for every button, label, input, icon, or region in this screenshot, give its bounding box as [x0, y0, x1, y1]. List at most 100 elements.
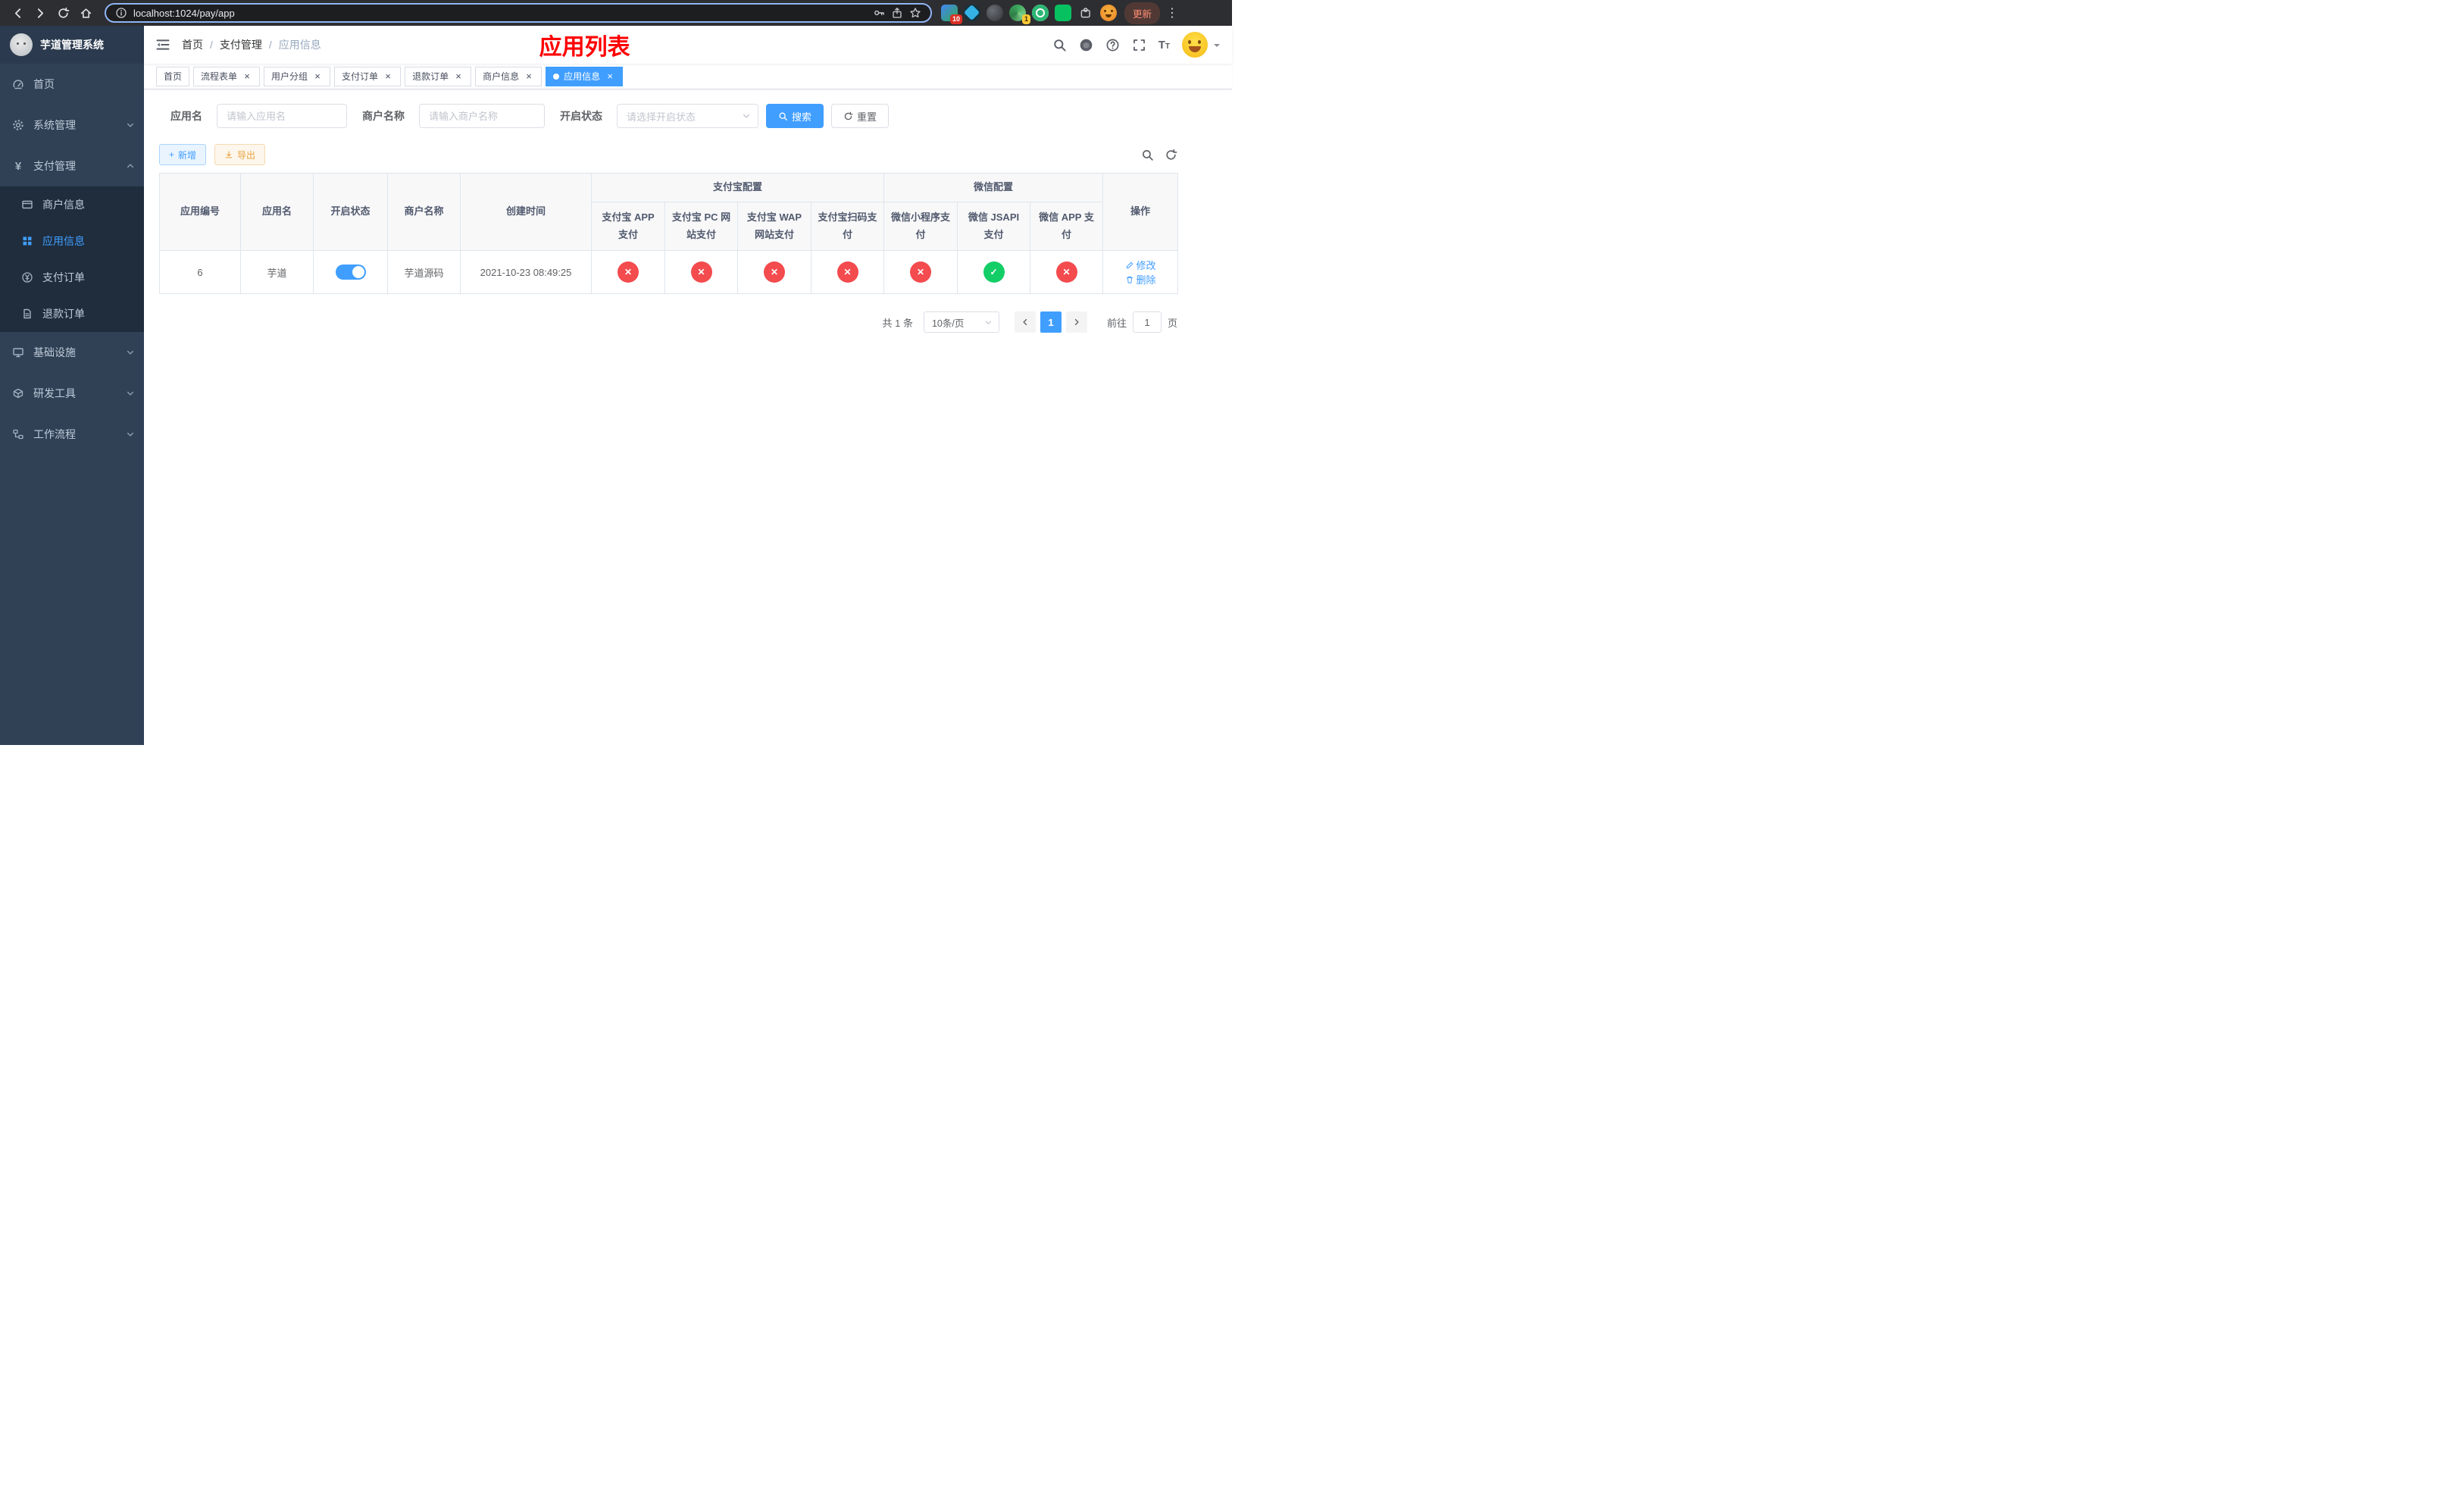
goto-page-input[interactable]: [1132, 311, 1162, 333]
help-icon[interactable]: [1105, 38, 1120, 52]
card-icon: [20, 197, 35, 212]
arrow-left-icon: [11, 7, 24, 20]
tab-close-icon[interactable]: ×: [312, 71, 323, 82]
browser-reload-button[interactable]: [53, 3, 73, 23]
sidebar-item-pay-order[interactable]: 支付订单: [0, 259, 144, 296]
active-tab-dot: [553, 73, 560, 80]
password-key-icon[interactable]: [873, 7, 885, 19]
wechat-app-status-button[interactable]: ✕: [1055, 261, 1077, 283]
sidebar-item-home[interactable]: 首页: [0, 64, 144, 105]
share-icon[interactable]: [891, 7, 903, 19]
table-tools: [1141, 149, 1177, 161]
flow-icon: [11, 427, 26, 442]
browser-menu-button[interactable]: ⋮: [1166, 5, 1178, 20]
extension-wechat-devtools-icon[interactable]: [1055, 5, 1071, 21]
merchant-name-input[interactable]: [419, 104, 545, 128]
alipay-app-status-button[interactable]: ✕: [618, 261, 639, 283]
sidebar-item-infrastructure[interactable]: 基础设施: [0, 332, 144, 373]
sidebar-item-label: 研发工具: [33, 387, 76, 399]
refresh-icon: [843, 111, 853, 121]
fullscreen-icon[interactable]: [1132, 38, 1146, 52]
tab-home[interactable]: 首页: [156, 66, 190, 86]
tab-user-group[interactable]: 用户分组 ×: [264, 66, 331, 86]
extension-dark-icon[interactable]: [987, 5, 1003, 21]
sidebar-item-workflow[interactable]: 工作流程: [0, 414, 144, 455]
browser-back-button[interactable]: [8, 3, 27, 23]
tab-merchant-info[interactable]: 商户信息 ×: [475, 66, 543, 86]
status-select[interactable]: 请选择开启状态: [617, 104, 758, 128]
prev-page-button[interactable]: [1014, 311, 1036, 333]
page-number-button[interactable]: 1: [1040, 311, 1062, 333]
sidebar-item-payment[interactable]: ¥ 支付管理: [0, 146, 144, 186]
edit-icon: [1125, 261, 1134, 270]
tab-refund-order[interactable]: 退款订单 ×: [405, 66, 472, 86]
tab-close-icon[interactable]: ×: [605, 71, 615, 82]
sidebar-logo[interactable]: 芋道管理系统: [0, 26, 144, 64]
col-alipay-app: 支付宝 APP 支付: [591, 202, 665, 251]
browser-profile-avatar[interactable]: [1100, 5, 1117, 21]
extension-check-icon[interactable]: [1032, 5, 1049, 21]
alipay-qr-status-button[interactable]: ✕: [836, 261, 858, 283]
chrome-update-button[interactable]: 更新: [1124, 2, 1161, 24]
extension-badge-yellow: 1: [1021, 14, 1030, 24]
extension-gem-icon[interactable]: [963, 4, 980, 21]
wechat-mini-status-button[interactable]: ✕: [910, 261, 932, 283]
add-button[interactable]: + 新增: [159, 144, 207, 165]
wechat-jsapi-status-button[interactable]: ✓: [983, 261, 1005, 283]
tab-close-icon[interactable]: ×: [383, 71, 393, 82]
tab-pay-order[interactable]: 支付订单 ×: [334, 66, 402, 86]
extension-badge: 10: [949, 14, 962, 24]
extensions-puzzle-icon[interactable]: [1077, 5, 1094, 21]
breadcrumb-section[interactable]: 支付管理: [220, 37, 262, 52]
browser-home-button[interactable]: [76, 3, 95, 23]
bookmark-star-icon[interactable]: [909, 7, 921, 19]
sidebar-toggle-button[interactable]: [144, 26, 182, 64]
sidebar-item-label: 商户信息: [42, 199, 85, 211]
alipay-wap-status-button[interactable]: ✕: [764, 261, 785, 283]
extension-green-profile-icon[interactable]: 1: [1009, 5, 1030, 24]
total-count: 共 1 条: [882, 317, 913, 329]
toggle-search-icon[interactable]: [1141, 149, 1154, 161]
github-icon[interactable]: [1079, 38, 1093, 52]
sidebar-item-refund-order[interactable]: 退款订单: [0, 296, 144, 332]
sidebar-item-app-info[interactable]: 应用信息: [0, 223, 144, 259]
sidebar-item-system[interactable]: 系统管理: [0, 105, 144, 146]
col-group-alipay: 支付宝配置: [590, 173, 885, 202]
edit-label: 修改: [1136, 260, 1156, 271]
search-button[interactable]: 搜索: [766, 104, 824, 128]
tab-close-icon[interactable]: ×: [242, 71, 252, 82]
tab-process-form[interactable]: 流程表单 ×: [193, 66, 261, 86]
tab-app-info-active[interactable]: 应用信息 ×: [546, 66, 624, 86]
avatar-dropdown-caret[interactable]: [1214, 44, 1220, 50]
address-bar[interactable]: localhost:1024/pay/app: [105, 3, 932, 23]
cell-wx-jsapi: ✓: [957, 250, 1031, 294]
header-search-icon[interactable]: [1052, 38, 1067, 52]
extension-icon-1[interactable]: 10: [941, 5, 962, 24]
sidebar-item-devtools[interactable]: 研发工具: [0, 373, 144, 414]
user-avatar[interactable]: [1182, 32, 1208, 58]
chevron-down-icon: [126, 348, 135, 357]
delete-link[interactable]: 删除: [1125, 272, 1156, 286]
site-info-icon[interactable]: [115, 7, 127, 19]
sidebar-item-merchant-info[interactable]: 商户信息: [0, 186, 144, 223]
breadcrumb-home[interactable]: 首页: [182, 37, 203, 52]
url-text[interactable]: localhost:1024/pay/app: [133, 8, 867, 19]
cell-alipay-pc: ✕: [664, 250, 738, 294]
export-button[interactable]: 导出: [214, 144, 266, 165]
edit-link[interactable]: 修改: [1125, 258, 1156, 272]
alipay-pc-status-button[interactable]: ✕: [690, 261, 712, 283]
col-actions: 操作: [1102, 173, 1179, 251]
enabled-toggle[interactable]: [335, 265, 366, 280]
next-page-button[interactable]: [1065, 311, 1087, 333]
app-name-input[interactable]: [217, 104, 347, 128]
table-toolbar: + 新增 导出: [159, 144, 1177, 165]
browser-forward-button[interactable]: [30, 3, 50, 23]
tab-close-icon[interactable]: ×: [453, 71, 464, 82]
page-size-select[interactable]: 10条/页: [923, 311, 999, 333]
font-size-icon[interactable]: TT: [1159, 39, 1170, 52]
refresh-table-icon[interactable]: [1165, 149, 1177, 161]
tab-close-icon[interactable]: ×: [524, 71, 534, 82]
filter-form: 应用名 商户名称 开启状态 请选择开启状态 搜索 重置: [170, 104, 1217, 128]
col-wx-mini: 微信小程序支付: [883, 202, 958, 251]
reset-button[interactable]: 重置: [831, 104, 890, 128]
